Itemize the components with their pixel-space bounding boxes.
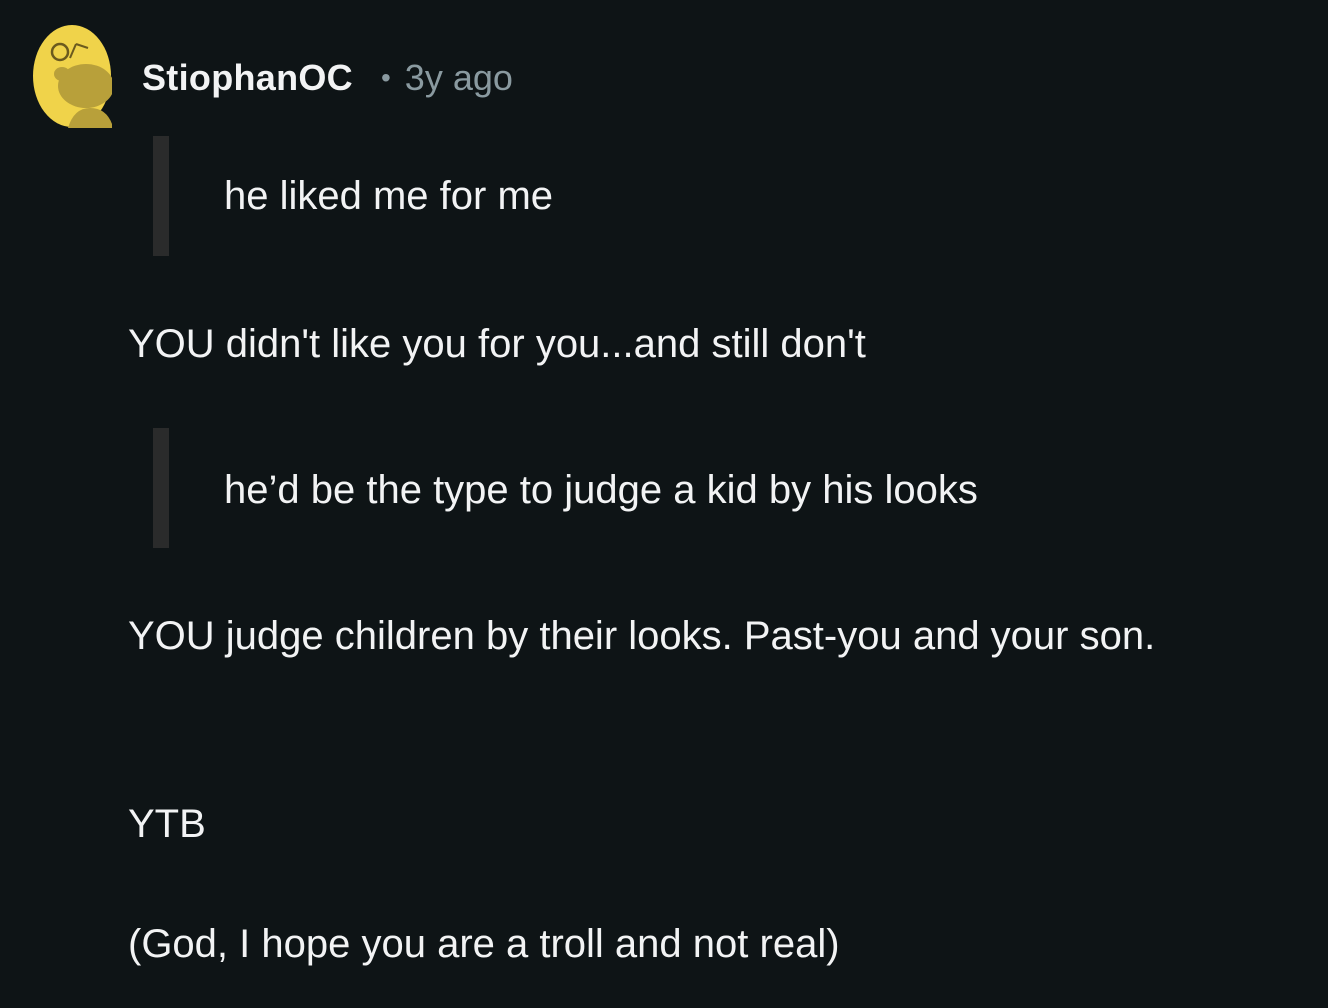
reddit-snoo-avatar-icon <box>33 25 112 128</box>
user-avatar[interactable] <box>32 24 112 128</box>
paragraph: YOU judge children by their looks. Past-… <box>128 614 1156 658</box>
timestamp[interactable]: 3y ago <box>405 57 513 99</box>
username-link[interactable]: StiophanOC <box>142 57 353 99</box>
paragraph: YTB <box>128 802 206 846</box>
blockquote-text: he’d be the type to judge a kid by his l… <box>224 468 978 512</box>
comment-header: StiophanOC • 3y ago <box>142 52 513 104</box>
blockquote-text: he liked me for me <box>224 174 554 218</box>
comment: StiophanOC • 3y ago he liked me for me Y… <box>0 0 1328 1008</box>
paragraph: YOU didn't like you for you...and still … <box>128 322 866 366</box>
paragraph: (God, I hope you are a troll and not rea… <box>128 922 840 966</box>
blockquote-bar <box>153 428 169 548</box>
blockquote-bar <box>153 136 169 256</box>
separator-dot: • <box>380 62 391 93</box>
